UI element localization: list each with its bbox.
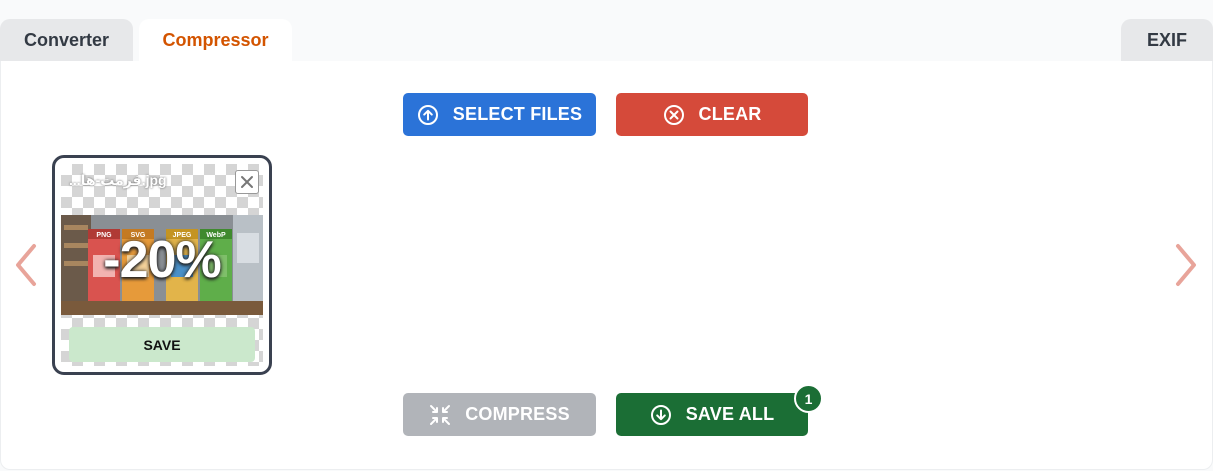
tab-exif[interactable]: EXIF <box>1121 19 1213 62</box>
previous-arrow[interactable] <box>12 242 40 288</box>
chevron-right-icon <box>1176 244 1196 286</box>
save-all-count-badge: 1 <box>794 384 823 413</box>
next-arrow[interactable] <box>1172 242 1200 288</box>
download-circle-icon <box>650 404 671 425</box>
file-name: ...فرمت-ها.jpg <box>69 172 167 188</box>
select-files-label: SELECT FILES <box>452 104 583 124</box>
file-card: PNG SVG JPEG WebP ...فرمت-ها.jpg -20% SA… <box>52 155 272 375</box>
clear-button[interactable]: CLEAR <box>616 93 808 136</box>
select-files-button[interactable]: SELECT FILES <box>403 93 596 136</box>
tab-converter[interactable]: Converter <box>0 19 133 62</box>
compress-button[interactable]: COMPRESS <box>403 393 596 436</box>
clear-label: CLEAR <box>698 104 762 124</box>
chevron-left-icon <box>16 244 36 286</box>
save-all-label: SAVE ALL <box>685 404 775 424</box>
close-icon <box>241 176 253 188</box>
remove-file-button[interactable] <box>235 170 259 194</box>
tab-compressor[interactable]: Compressor <box>139 19 292 62</box>
save-all-button[interactable]: SAVE ALL <box>616 393 808 436</box>
compression-percentage: -20% <box>103 231 221 289</box>
upload-circle-icon <box>417 104 438 125</box>
x-circle-icon <box>663 104 684 125</box>
tab-bar: Converter Compressor EXIF <box>0 0 1213 62</box>
compress-label: COMPRESS <box>465 404 570 424</box>
compress-arrows-icon <box>430 404 451 425</box>
save-file-button[interactable]: SAVE <box>69 327 255 362</box>
